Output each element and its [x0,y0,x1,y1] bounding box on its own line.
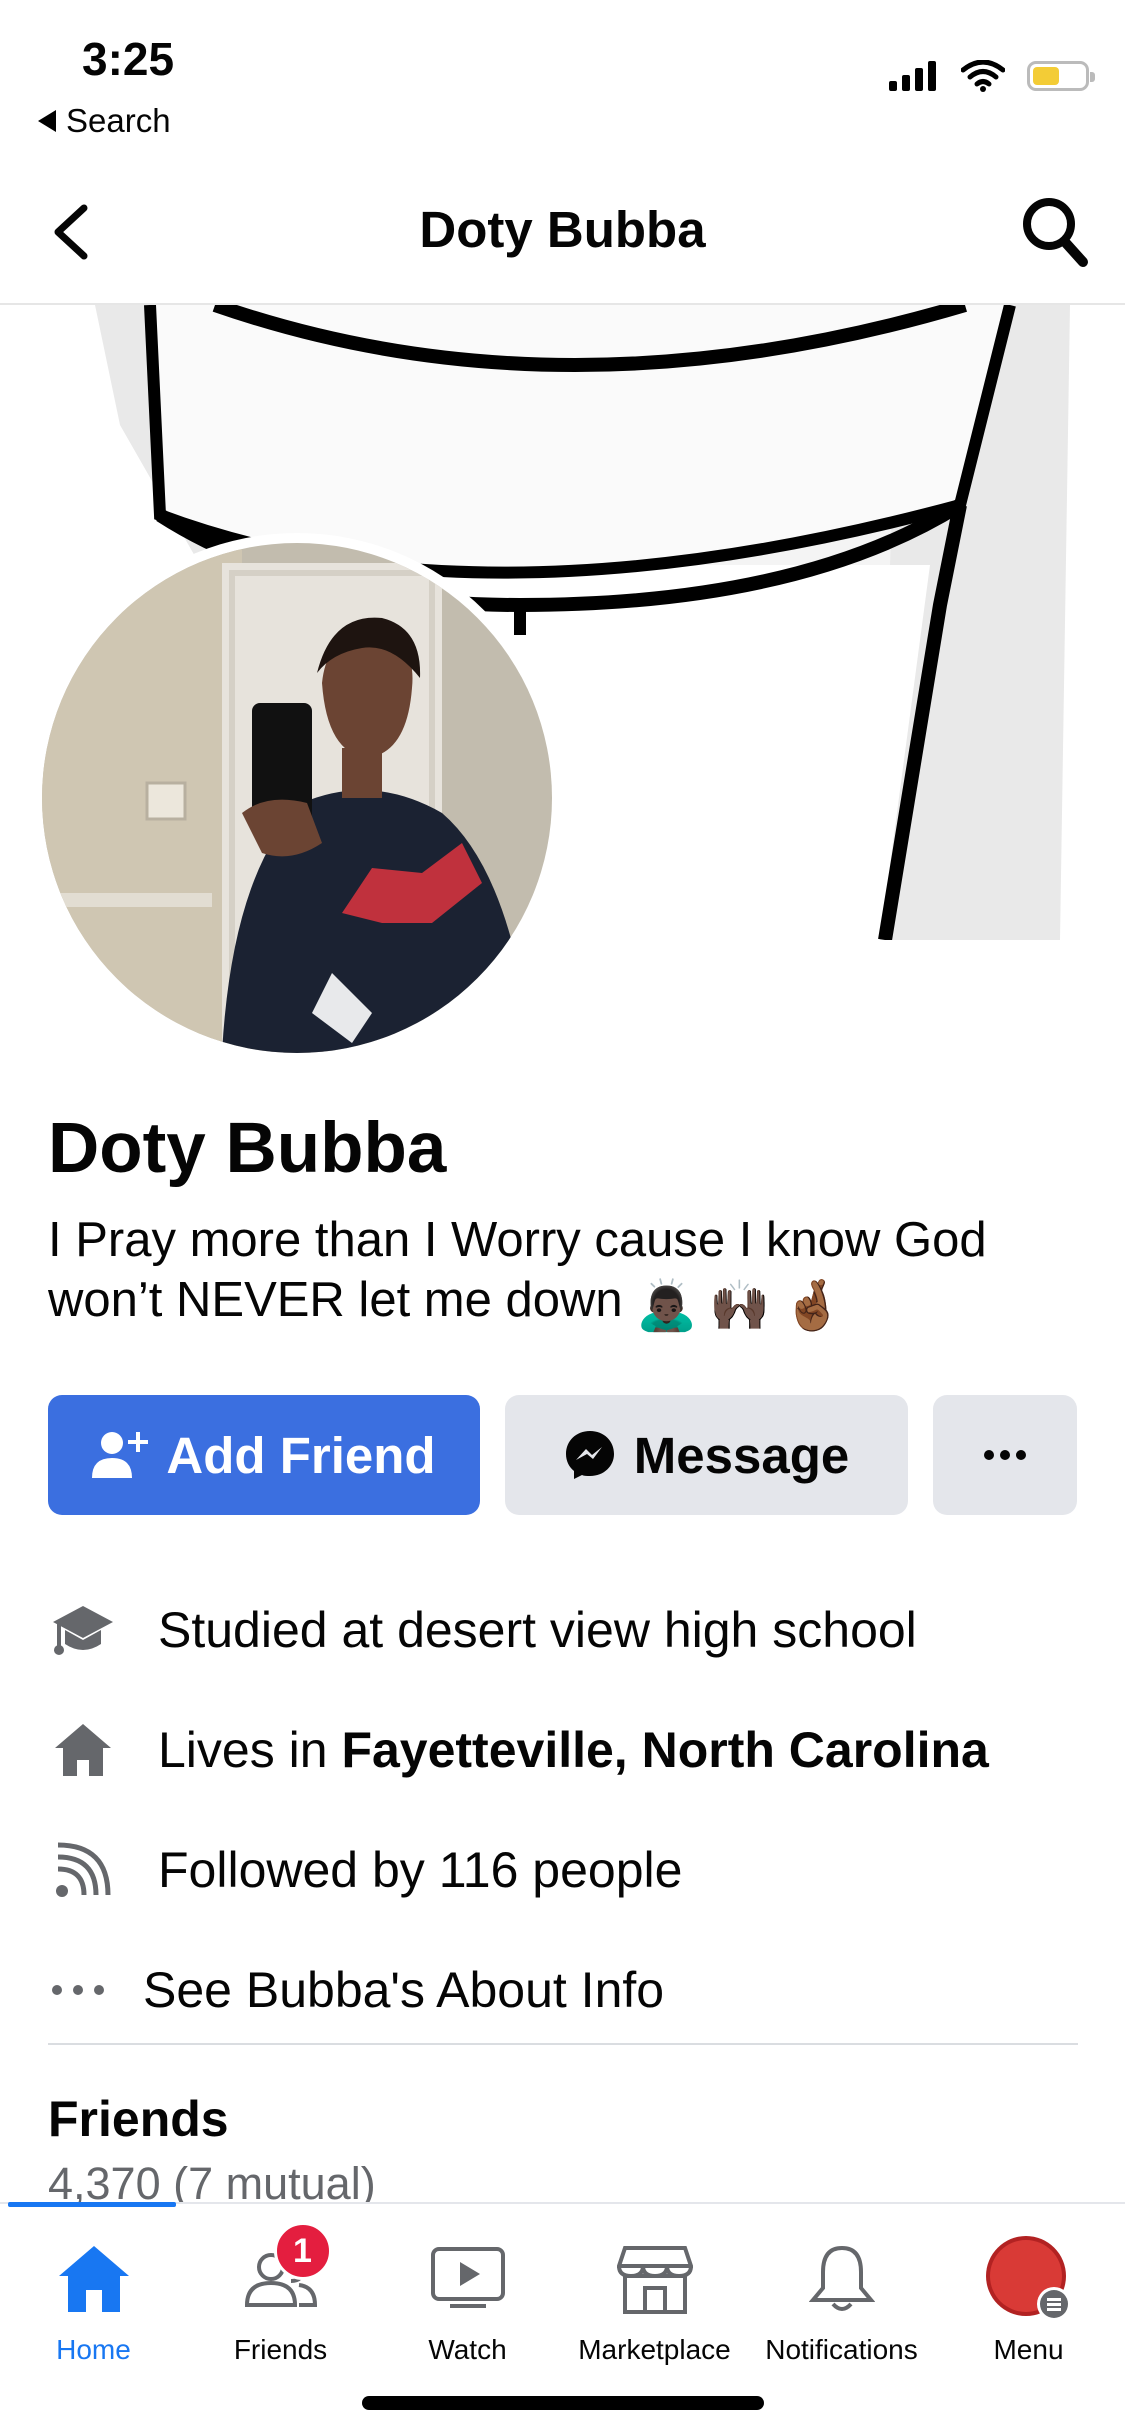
tab-label-friends: Friends [233,2334,328,2365]
profile-photo [42,543,552,1053]
nav-title: Doty Bubba [419,201,706,258]
add-friend-button[interactable]: Add Friend [48,1395,480,1515]
friends-section-title: Friends [48,2091,229,2147]
more-options-button[interactable] [933,1395,1077,1515]
bio-text: I Pray more than I Worry cause I know Go… [48,1213,987,1327]
followers-text: Followed by 116 people [158,1842,683,1898]
tab-notifications[interactable]: Notifications [748,2234,935,2384]
system-icons [889,60,1095,92]
tab-watch[interactable]: Watch [374,2234,561,2384]
section-divider [48,2043,1078,2045]
active-tab-indicator [8,2202,176,2207]
more-dots-icon [984,1450,1026,1460]
tab-label-home: Home [56,2334,131,2365]
location-detail: Lives in Fayetteville, North Carolina [48,1715,1078,1785]
signal-icon [889,61,936,91]
watch-icon [430,2247,505,2308]
tab-label-watch: Watch [428,2334,507,2365]
home-indicator[interactable] [362,2396,764,2410]
nav-bar: Doty Bubba [0,160,1125,305]
bio-emojis: 🙇🏿‍♂️ 🙌🏿 🤞🏾 [636,1276,843,1336]
rss-feed-icon [48,1835,118,1905]
back-triangle-icon [38,110,56,132]
location-text: Lives in Fayetteville, North Carolina [158,1721,989,1779]
back-app-label: Search [66,102,171,139]
graduation-cap-icon [48,1595,118,1665]
tab-marketplace[interactable]: Marketplace [561,2234,748,2384]
ellipsis-icon [48,1955,108,2025]
wifi-icon [961,60,1005,92]
back-to-search-link[interactable]: Search [38,102,171,140]
location-link[interactable]: Fayetteville, North Carolina [341,1722,988,1778]
education-detail: Studied at desert view high school [48,1595,1078,1665]
tab-label-marketplace: Marketplace [578,2334,731,2365]
raised-hands-emoji: 🙌🏿 [709,1279,771,1333]
location-prefix: Lives in [158,1722,342,1778]
house-icon [48,1715,118,1785]
add-friend-icon [92,1432,149,1478]
home-icon [58,2246,129,2312]
battery-icon [1027,61,1095,91]
tab-home[interactable]: Home [0,2234,187,2384]
crossed-fingers-emoji: 🤞🏾 [782,1279,844,1333]
friends-notification-badge: 1 [273,2222,332,2280]
menu-avatar-icon [985,2236,1071,2321]
tab-label-notifications: Notifications [765,2334,918,2365]
status-time: 3:25 [82,33,175,85]
status-bar: 3:25 Search [0,0,1125,160]
add-friend-label: Add Friend [166,1426,436,1484]
bowing-emoji: 🙇🏿‍♂️ [636,1279,698,1333]
marketplace-icon [616,2246,693,2314]
followers-detail: Followed by 116 people [48,1835,1078,1905]
message-label: Message [633,1426,850,1484]
about-info-text: See Bubba's About Info [143,1962,665,2018]
tab-menu[interactable]: Menu [935,2234,1122,2384]
profile-name: Doty Bubba [48,1109,447,1188]
search-icon[interactable] [1019,194,1089,270]
education-text: Studied at desert view high school [158,1602,917,1658]
profile-bio: I Pray more than I Worry cause I know Go… [48,1210,1078,1336]
message-button[interactable]: Message [505,1395,908,1515]
profile-avatar[interactable] [32,533,562,1063]
bell-icon [808,2245,875,2311]
tab-friends[interactable]: 1 Friends [187,2222,374,2384]
tab-label-menu: Menu [993,2334,1064,2365]
messenger-icon [565,1431,614,1479]
about-info-link[interactable]: See Bubba's About Info [48,1955,1078,2025]
